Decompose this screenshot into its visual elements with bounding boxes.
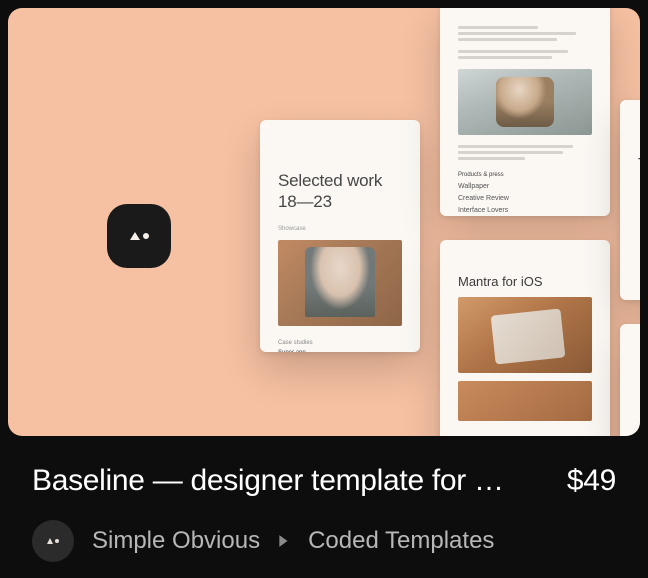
creator-row: Simple Obvious Coded Templates: [32, 520, 616, 562]
product-title[interactable]: Baseline — designer template for F…: [32, 464, 512, 498]
brand-squircle-icon: [107, 204, 171, 268]
mockup-image: [458, 297, 592, 373]
mockup-section-label: Showcase: [278, 226, 402, 232]
product-price: $49: [567, 464, 616, 498]
list-item: Creative Review: [458, 194, 592, 203]
mockup-page-mantra: Mantra for iOS: [440, 240, 610, 436]
mockup-bottom-label: Case studies: [278, 340, 402, 346]
mockup-image: [278, 240, 402, 326]
product-meta: Baseline — designer template for F… $49 …: [0, 444, 648, 562]
mockup-heading-line1: Selected work: [278, 171, 382, 190]
mockup-image: [458, 69, 592, 135]
triangle-glyph-icon: [47, 538, 53, 544]
product-thumbnail[interactable]: Selected work 18—23 Showcase Case studie…: [8, 8, 640, 436]
dot-glyph-icon: [143, 233, 149, 239]
mockup-page-about: Products & press Wallpaper Creative Revi…: [440, 8, 610, 216]
mockup-page-selected-work: Selected work 18—23 Showcase Case studie…: [260, 120, 420, 352]
list-item: Wallpaper: [458, 182, 592, 191]
triangle-glyph-icon: [130, 232, 140, 240]
mockup-section-heading: Products & press: [458, 172, 592, 178]
category-link[interactable]: Coded Templates: [308, 527, 494, 555]
creator-avatar[interactable]: [32, 520, 74, 562]
mockup-heading: The: [638, 156, 640, 174]
mockup-image: [458, 381, 592, 421]
dot-glyph-icon: [55, 539, 59, 543]
mockup-link-label: Super app →: [278, 350, 402, 352]
mockup-heading-line2: 18—23: [278, 192, 332, 211]
title-row: Baseline — designer template for F… $49: [32, 464, 616, 498]
breadcrumb-separator-icon: [278, 534, 290, 548]
mockup-page-right-peek: The: [620, 100, 640, 300]
product-card[interactable]: Selected work 18—23 Showcase Case studie…: [0, 0, 648, 578]
mockup-page-bottom-peek: [620, 324, 640, 436]
mockup-heading: Mantra for iOS: [458, 274, 592, 289]
creator-link[interactable]: Simple Obvious: [92, 527, 260, 555]
mockup-heading: Selected work 18—23: [278, 170, 402, 212]
list-item: Interface Lovers: [458, 206, 592, 215]
